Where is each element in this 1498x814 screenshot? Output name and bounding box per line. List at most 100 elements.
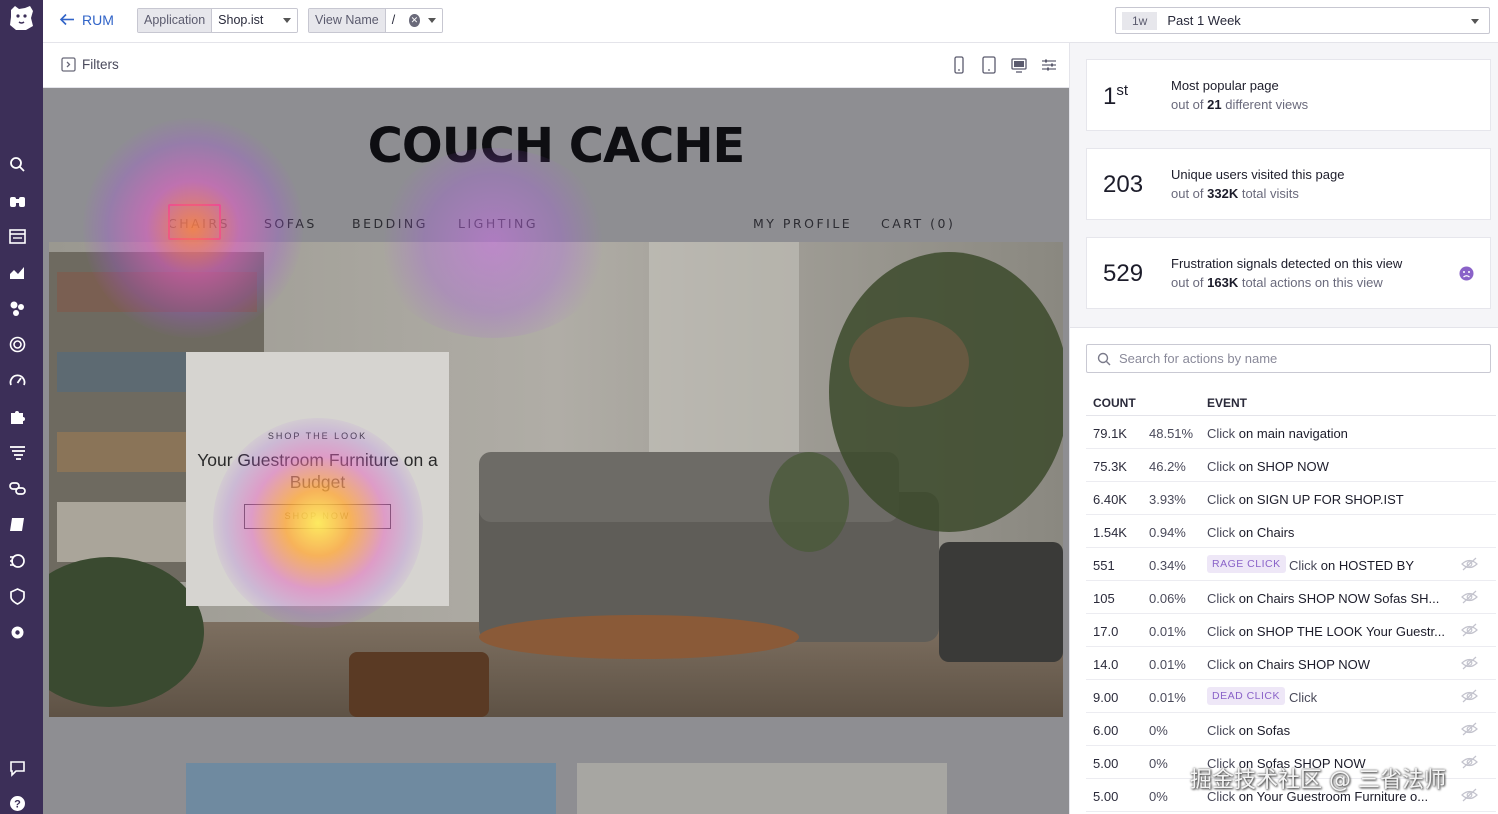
site-nav-sofas[interactable]: SOFAS <box>264 216 317 231</box>
hide-eye-icon[interactable] <box>1461 755 1478 769</box>
event-action: Click <box>1289 558 1318 573</box>
top-bar: RUM Application Shop.ist View Name / ✕ 1… <box>43 0 1498 43</box>
action-search-input[interactable] <box>1119 351 1479 366</box>
row-percent: 0% <box>1149 756 1168 771</box>
table-row[interactable]: 1.54K 0.94% Click on Chairs <box>1086 515 1496 548</box>
event-action: Click <box>1207 624 1236 639</box>
row-count: 17.0 <box>1093 624 1119 639</box>
table-row[interactable]: 14.0 0.01% Click on Chairs SHOP NOW <box>1086 647 1496 680</box>
application-selector-value: Shop.ist <box>218 13 264 27</box>
row-count: 79.1K <box>1093 426 1127 441</box>
arrow-left-icon <box>59 13 74 26</box>
row-event: Click on Chairs SHOP NOW <box>1207 657 1371 672</box>
table-row[interactable]: 9.00 0.01% DEAD CLICK Click <box>1086 680 1496 713</box>
site-nav-cart[interactable]: CART (0) <box>881 216 955 231</box>
event-target: SIGN UP FOR SHOP.IST <box>1256 492 1404 507</box>
notebook-icon[interactable] <box>9 516 26 533</box>
hide-eye-icon[interactable] <box>1461 557 1478 571</box>
row-percent: 46.2% <box>1149 459 1186 474</box>
row-count: 75.3K <box>1093 459 1127 474</box>
tablet-device-icon[interactable] <box>981 56 997 74</box>
chevron-down-icon <box>283 18 292 23</box>
device-toggle-group <box>951 56 1057 74</box>
action-search-box <box>1086 344 1491 373</box>
filters-toggle[interactable]: Filters <box>61 57 119 72</box>
row-percent: 0% <box>1149 723 1168 738</box>
card-shop-now-button[interactable]: SHOP NOW <box>244 504 391 529</box>
row-percent: 0.01% <box>1149 690 1186 705</box>
hide-eye-icon[interactable] <box>1461 689 1478 703</box>
stat-card-popularity: 1st Most popular page out of 21 differen… <box>1086 59 1491 131</box>
table-row[interactable]: 551 0.34% RAGE CLICK Click on HOSTED BY <box>1086 548 1496 581</box>
row-percent: 0.94% <box>1149 525 1186 540</box>
hide-eye-icon[interactable] <box>1461 623 1478 637</box>
target-icon[interactable] <box>9 336 26 353</box>
dashboard-list-icon[interactable] <box>9 228 26 245</box>
stat-card-frustration: 529 Frustration signals detected on this… <box>1086 237 1491 309</box>
event-action: Click <box>1207 657 1236 672</box>
application-selector-label: Application <box>138 9 213 32</box>
settings-gear-icon[interactable] <box>9 624 26 641</box>
event-action: Click <box>1207 492 1236 507</box>
site-nav-my-profile[interactable]: MY PROFILE <box>753 216 852 231</box>
row-count: 105 <box>1093 591 1115 606</box>
search-icon[interactable] <box>9 156 26 173</box>
infrastructure-icon[interactable] <box>9 300 26 317</box>
card-headline: Your Guestroom Furniture on a Budget <box>197 450 438 492</box>
row-percent: 0.34% <box>1149 558 1186 573</box>
table-row[interactable]: 6.40K 3.93% Click on SIGN UP FOR SHOP.IST <box>1086 482 1496 515</box>
site-nav-lighting[interactable]: LIGHTING <box>458 216 538 231</box>
settings-sliders-icon[interactable] <box>1041 56 1057 74</box>
time-range-selector[interactable]: 1w Past 1 Week <box>1115 7 1490 34</box>
chevron-down-icon <box>427 18 436 23</box>
promo-tile-right <box>577 763 947 814</box>
event-target: Chairs <box>1256 525 1295 540</box>
stat-subtitle: out of 163K total actions on this view <box>1171 275 1383 290</box>
hide-eye-icon[interactable] <box>1461 656 1478 670</box>
event-column-header[interactable]: EVENT <box>1207 396 1247 410</box>
row-percent: 0.01% <box>1149 657 1186 672</box>
rum-icon[interactable] <box>9 552 26 569</box>
security-shield-icon[interactable] <box>9 588 26 605</box>
logs-icon[interactable] <box>9 444 26 461</box>
hide-eye-icon[interactable] <box>1461 590 1478 604</box>
mobile-device-icon[interactable] <box>951 56 967 74</box>
row-count: 9.00 <box>1093 690 1119 705</box>
hide-eye-icon[interactable] <box>1461 722 1478 736</box>
row-count: 6.00 <box>1093 723 1119 738</box>
table-row[interactable]: 17.0 0.01% Click on SHOP THE LOOK Your Gue… <box>1086 614 1496 647</box>
table-row[interactable]: 105 0.06% Click on Chairs SHOP NOW Sofas S… <box>1086 581 1496 614</box>
count-column-header[interactable]: COUNT <box>1093 396 1136 410</box>
event-action: Click <box>1207 525 1236 540</box>
event-target: Sofas <box>1256 723 1291 738</box>
binoculars-icon[interactable] <box>9 192 26 209</box>
help-icon[interactable]: ? <box>9 795 26 812</box>
svg-text:?: ? <box>14 799 21 811</box>
back-to-rum-link[interactable]: RUM <box>59 11 114 28</box>
site-nav-bedding[interactable]: BEDDING <box>352 216 428 231</box>
row-percent: 48.51% <box>1149 426 1194 441</box>
view-name-selector[interactable]: View Name / ✕ <box>308 8 443 33</box>
chat-support-icon[interactable] <box>9 760 26 777</box>
event-action: Click <box>1289 690 1318 705</box>
back-label: RUM <box>82 11 114 28</box>
desktop-device-icon[interactable] <box>1011 56 1027 74</box>
puzzle-icon[interactable] <box>9 408 26 425</box>
row-count: 5.00 <box>1093 789 1119 804</box>
application-selector[interactable]: Application Shop.ist <box>137 8 299 33</box>
table-row[interactable]: 75.3K 46.2% Click on SHOP NOW <box>1086 449 1496 482</box>
event-target: SHOP THE LOOK Your Guestr... <box>1256 624 1445 639</box>
table-row[interactable]: 6.00 0% Click on Sofas <box>1086 713 1496 746</box>
event-action: Click <box>1207 459 1236 474</box>
heatmap-preview[interactable]: COUCH CACHE CHAIRS SOFAS BEDDING LIGHTIN… <box>43 88 1069 814</box>
table-row[interactable]: 79.1K 48.51% Click on main navigation <box>1086 416 1496 449</box>
hide-eye-icon[interactable] <box>1461 788 1478 802</box>
clear-icon[interactable]: ✕ <box>409 14 420 27</box>
stat-title: Unique users visited this page <box>1171 167 1345 182</box>
gauge-icon[interactable] <box>9 372 26 389</box>
filters-label: Filters <box>82 57 119 72</box>
area-chart-icon[interactable] <box>9 264 26 281</box>
dog-logo-icon[interactable] <box>6 4 36 32</box>
view-name-selector-label: View Name <box>309 9 386 32</box>
link-icon[interactable] <box>9 480 26 497</box>
